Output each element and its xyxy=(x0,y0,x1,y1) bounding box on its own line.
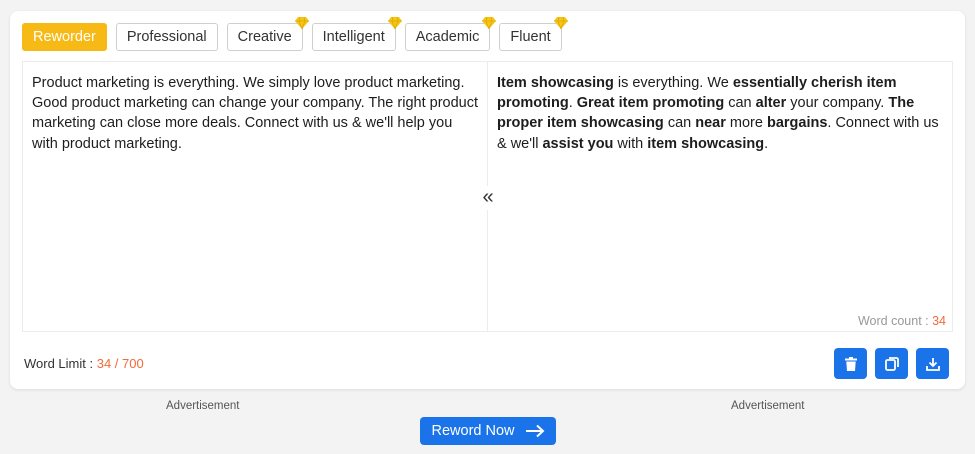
output-segment: . xyxy=(568,95,577,112)
tab-label: Intelligent xyxy=(322,29,385,45)
copy-icon xyxy=(884,356,899,371)
tab-label: Fluent xyxy=(510,29,551,45)
input-pane[interactable]: Product marketing is everything. We simp… xyxy=(23,62,488,331)
output-segment: can xyxy=(663,115,696,132)
tab-label: Professional xyxy=(126,29,207,45)
tab-creative[interactable]: Creative xyxy=(226,17,309,51)
action-buttons xyxy=(834,348,949,379)
tab-professional[interactable]: Professional xyxy=(115,23,218,51)
changed-phrase[interactable]: bargains xyxy=(767,115,827,131)
arrow-right-icon xyxy=(525,424,544,438)
paraphraser-card: Reworder Professional Creative Intelligent A… xyxy=(10,11,965,389)
changed-phrase[interactable]: Item showcasing xyxy=(497,75,614,91)
download-button[interactable] xyxy=(916,348,949,379)
advertisement-label-right: Advertisement xyxy=(731,400,805,412)
premium-diamond-icon xyxy=(294,17,309,29)
tab-academic[interactable]: Academic xyxy=(404,17,497,51)
changed-phrase[interactable]: item showcasing xyxy=(647,136,764,152)
tab-reworder[interactable]: Reworder xyxy=(22,23,107,51)
word-count-label: Word count : xyxy=(857,314,933,328)
reword-now-label: Reword Now xyxy=(431,423,515,439)
premium-diamond-icon xyxy=(482,17,497,29)
changed-phrase[interactable]: Great item promoting xyxy=(577,95,724,111)
output-segment: can xyxy=(724,95,756,112)
output-segment: . xyxy=(764,135,769,152)
premium-diamond-icon xyxy=(387,17,402,29)
output-segment: your company. xyxy=(786,95,889,112)
word-limit-value: 34 / 700 xyxy=(96,356,144,371)
trash-icon xyxy=(844,356,857,371)
swap-arrows-icon[interactable]: « xyxy=(478,186,498,210)
tab-fluent[interactable]: Fluent xyxy=(499,17,568,51)
changed-phrase[interactable]: alter xyxy=(756,95,787,111)
tab-label: Reworder xyxy=(33,29,96,45)
tab-label: Creative xyxy=(237,29,292,45)
output-segment: with xyxy=(613,135,648,152)
input-text[interactable]: Product marketing is everything. We simp… xyxy=(23,62,487,154)
delete-button[interactable] xyxy=(834,348,867,379)
word-limit: Word Limit : 34 / 700 xyxy=(24,356,144,371)
output-segment: more xyxy=(725,115,767,132)
changed-phrase[interactable]: near xyxy=(695,115,726,131)
output-pane: Item showcasing is everything. We essent… xyxy=(488,62,952,331)
changed-phrase[interactable]: assist you xyxy=(542,136,613,152)
output-text: Item showcasing is everything. We essent… xyxy=(488,62,952,154)
download-icon xyxy=(925,357,940,371)
tab-label: Academic xyxy=(415,29,480,45)
word-count-value: 34 xyxy=(932,314,946,328)
word-limit-label: Word Limit : xyxy=(24,356,97,371)
premium-diamond-icon xyxy=(553,17,568,29)
word-count: Word count : 34 xyxy=(858,314,946,328)
copy-button[interactable] xyxy=(875,348,908,379)
tab-intelligent[interactable]: Intelligent xyxy=(311,17,402,51)
advertisement-label-left: Advertisement xyxy=(166,400,240,412)
reword-now-button[interactable]: Reword Now xyxy=(420,417,556,445)
mode-tabs: Reworder Professional Creative Intelligent A… xyxy=(22,17,568,51)
editor-panes: Product marketing is everything. We simp… xyxy=(22,61,953,332)
output-segment: is everything. We xyxy=(613,75,733,91)
